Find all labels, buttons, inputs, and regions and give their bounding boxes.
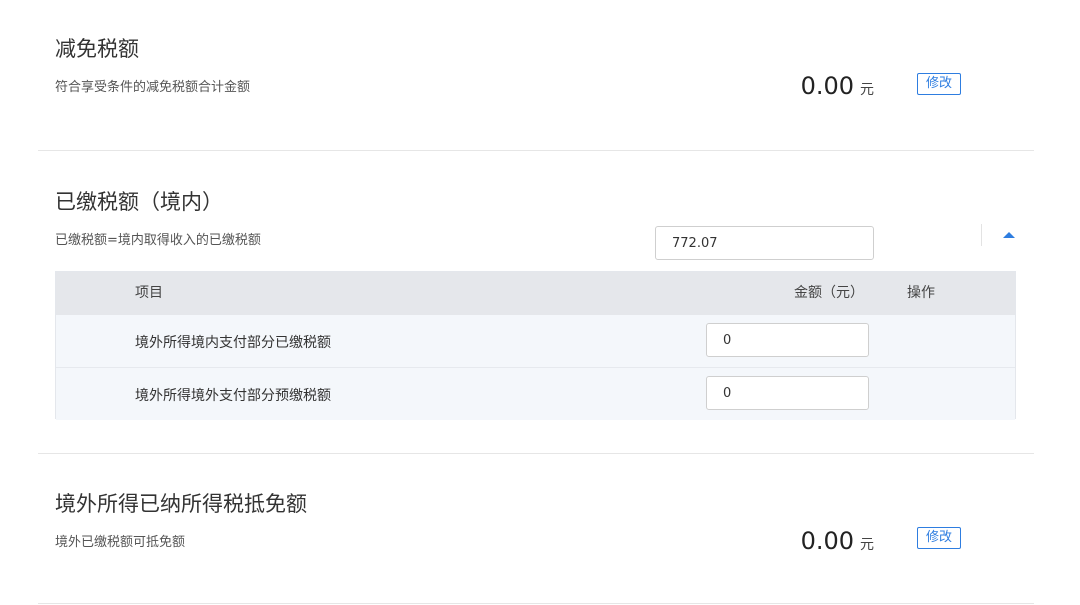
foreign-credit-title: 境外所得已纳所得税抵免额 xyxy=(55,492,307,516)
foreign-credit-amount-value: 0.00 xyxy=(800,527,854,555)
domestic-paid-title: 已缴税额（境内） xyxy=(55,190,223,214)
reduction-edit-button[interactable]: 修改 xyxy=(917,73,961,95)
reduction-amount: 0.00 元 xyxy=(801,72,874,100)
header-item: 项目 xyxy=(135,285,163,301)
row-label: 境外所得境内支付部分已缴税额 xyxy=(135,335,331,351)
domestic-paid-description: 已缴税额=境内取得收入的已缴税额 xyxy=(55,233,261,248)
header-amount: 金额（元） xyxy=(794,285,864,301)
reduction-description: 符合享受条件的减免税额合计金额 xyxy=(55,80,251,95)
row-amount-input[interactable] xyxy=(706,376,869,410)
reduction-section: 减免税额 符合享受条件的减免税额合计金额 0.00 元 修改 xyxy=(0,0,1080,150)
foreign-credit-edit-button[interactable]: 修改 xyxy=(917,527,961,549)
row-amount-input[interactable] xyxy=(706,323,869,357)
foreign-credit-description: 境外已缴税额可抵免额 xyxy=(55,535,186,550)
table-row: 境外所得境内支付部分已缴税额 xyxy=(56,315,1015,368)
reduction-title: 减免税额 xyxy=(55,37,139,61)
domestic-paid-total-input[interactable] xyxy=(655,226,874,260)
collapse-toggle-button[interactable] xyxy=(998,226,1020,244)
domestic-paid-table: 项目 金额（元） 操作 境外所得境内支付部分已缴税额 境外所得境外支付部分预缴税… xyxy=(55,271,1016,420)
foreign-credit-amount-unit: 元 xyxy=(860,537,874,553)
table-header: 项目 金额（元） 操作 xyxy=(56,272,1015,315)
caret-up-icon xyxy=(1003,232,1015,238)
reduction-amount-unit: 元 xyxy=(860,82,874,98)
header-action: 操作 xyxy=(907,285,935,301)
section-divider xyxy=(38,603,1034,604)
reduction-amount-value: 0.00 xyxy=(800,72,854,100)
collapse-separator xyxy=(981,224,982,246)
foreign-credit-section: 境外所得已纳所得税抵免额 境外已缴税额可抵免额 0.00 元 修改 xyxy=(0,454,1080,604)
table-row: 境外所得境外支付部分预缴税额 xyxy=(56,368,1015,420)
foreign-credit-amount: 0.00 元 xyxy=(801,527,874,555)
row-label: 境外所得境外支付部分预缴税额 xyxy=(135,388,331,404)
